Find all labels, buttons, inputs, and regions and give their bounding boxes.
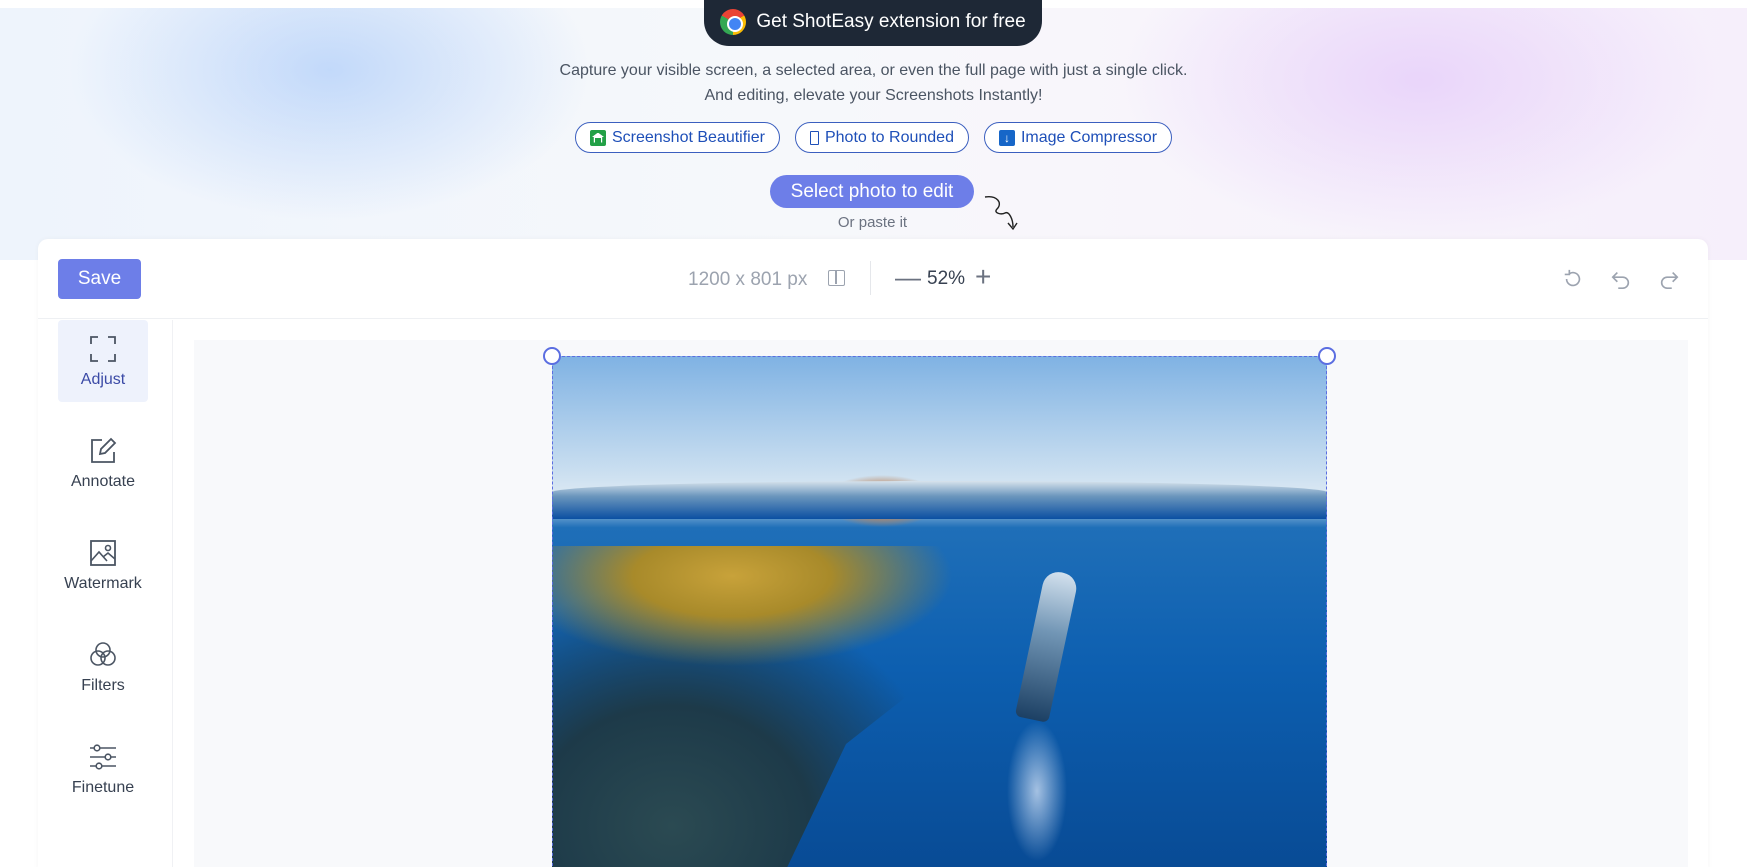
curly-arrow-icon	[984, 195, 1018, 231]
download-arrow-icon: ↓	[998, 129, 1015, 146]
tool-link-label: Image Compressor	[1020, 128, 1158, 146]
waterline	[552, 481, 1327, 519]
zoom-in-button[interactable]: +	[975, 263, 991, 291]
tool-link-label: Photo to Rounded	[824, 128, 954, 146]
sidebar-item-label: Adjust	[80, 371, 126, 388]
pencil-square-icon	[91, 437, 117, 463]
sliders-icon	[90, 744, 116, 770]
crop-handle-top-right[interactable]	[1318, 347, 1336, 365]
select-photo-button[interactable]: Select photo to edit	[770, 175, 974, 208]
green-house-icon	[589, 129, 606, 146]
get-extension-label: Get ShotEasy extension for free	[756, 11, 1026, 32]
image-compressor-link[interactable]: ↓ Image Compressor	[983, 122, 1173, 153]
sidebar-item-filters[interactable]: Filters	[58, 626, 148, 708]
sidebar-item-label: Annotate	[70, 473, 136, 490]
zoom-level: 52%	[927, 268, 966, 289]
photo-to-rounded-link[interactable]: Photo to Rounded	[794, 122, 969, 153]
crop-corners-icon	[90, 336, 116, 362]
save-button[interactable]: Save	[58, 259, 141, 299]
rounded-box-icon	[809, 130, 819, 145]
tagline-line1: Capture your visible screen, a selected …	[559, 62, 1188, 79]
coral-reef	[552, 546, 972, 867]
circles-overlap-icon	[90, 642, 116, 666]
sidebar-item-finetune[interactable]: Finetune	[58, 728, 148, 810]
crop-handle-top-left[interactable]	[543, 347, 561, 365]
sidebar-item-watermark[interactable]: Watermark	[58, 524, 148, 606]
diver-figure	[1014, 569, 1080, 723]
tool-links: Screenshot Beautifier Photo to Rounded ↓…	[0, 122, 1747, 153]
image-watermark-icon	[90, 540, 116, 566]
bubbles	[1007, 716, 1067, 866]
sidebar-item-label: Filters	[81, 677, 125, 694]
sidebar-item-label: Watermark	[64, 575, 142, 592]
tool-link-label: Screenshot Beautifier	[611, 128, 765, 146]
editor-toolbar: Save 1200 x 801 px — 52% +	[38, 239, 1708, 319]
undo-icon[interactable]	[1610, 268, 1632, 290]
reset-icon[interactable]	[1562, 268, 1584, 290]
toolbar-divider	[870, 261, 871, 295]
zoom-out-button[interactable]: —	[895, 264, 921, 290]
paste-hint: Or paste it	[837, 214, 908, 231]
screenshot-beautifier-link[interactable]: Screenshot Beautifier	[574, 122, 780, 153]
tagline-line2: And editing, elevate your Screenshots In…	[704, 87, 1043, 104]
sidebar-item-adjust[interactable]: Adjust	[58, 320, 148, 402]
editor-sidebar: Adjust Annotate Watermark Filters Finetu…	[38, 320, 173, 867]
underwater-photo[interactable]	[552, 356, 1327, 867]
image-dimensions: 1200 x 801 px	[688, 269, 808, 290]
redo-icon[interactable]	[1658, 268, 1680, 290]
chrome-icon	[720, 9, 747, 35]
sidebar-item-label: Finetune	[71, 779, 135, 796]
get-extension-button[interactable]: Get ShotEasy extension for free	[704, 0, 1042, 46]
sidebar-item-annotate[interactable]: Annotate	[58, 422, 148, 504]
compare-icon[interactable]	[828, 270, 845, 286]
